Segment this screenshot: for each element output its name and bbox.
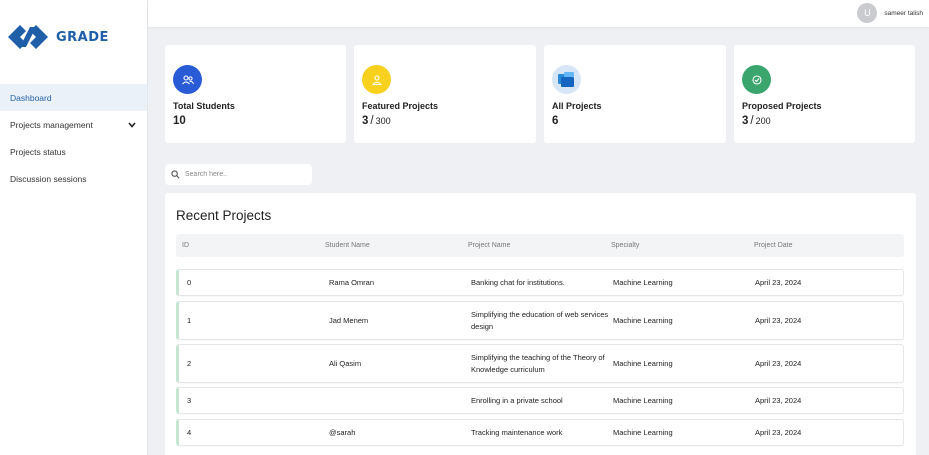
sidebar-item-label: Projects management — [10, 119, 93, 130]
column-header-project-name[interactable]: Project Name — [468, 242, 608, 249]
table-row[interactable]: 2 Ali Qasim Simplifying the teaching of … — [176, 344, 904, 383]
table-row[interactable]: 1 Jad Menem Simplifying the education of… — [176, 301, 904, 340]
sidebar-item-dashboard[interactable]: Dashboard — [0, 84, 147, 111]
card-all-projects[interactable]: All Projects 6 — [544, 45, 726, 143]
cell-student-name: Rama Omran — [329, 277, 375, 287]
cell-project-date: April 23, 2024 — [755, 358, 802, 368]
cell-id: 3 — [187, 395, 192, 405]
card-count: 6 — [552, 115, 559, 127]
card-total: 300 — [375, 116, 391, 126]
card-value: 3/300 — [362, 115, 391, 127]
card-value: 6 — [552, 115, 558, 127]
card-value: 3/200 — [742, 115, 771, 127]
cell-project-name: Simplifying the education of web service… — [471, 309, 609, 331]
cell-specialty: Machine Learning — [613, 315, 673, 325]
cell-project-name: Simplifying the teaching of the Theory o… — [471, 352, 605, 374]
logo-text: GRADE — [56, 29, 109, 45]
user-name: sameer talish — [884, 9, 923, 17]
cell-student-name: @sarah — [329, 427, 356, 437]
sidebar: GRADE Dashboard Projects management Proj… — [0, 0, 148, 455]
table-row[interactable]: 4 @sarah Tracking maintenance work Machi… — [176, 419, 904, 446]
card-title: All Projects — [552, 101, 602, 111]
panel-title: Recent Projects — [176, 208, 272, 223]
sidebar-item-projects-management[interactable]: Projects management — [0, 111, 147, 138]
column-header-project-date[interactable]: Project Date — [754, 242, 793, 249]
sidebar-item-discussion-sessions[interactable]: Discussion sessions — [0, 165, 147, 192]
cell-specialty: Machine Learning — [613, 395, 673, 405]
cell-id: 2 — [187, 358, 192, 368]
card-total-students[interactable]: Total Students 10 — [165, 45, 346, 143]
card-value: 10 — [173, 115, 186, 127]
sidebar-item-label: Projects status — [10, 146, 66, 157]
table-header: ID Student Name Project Name Specialty P… — [176, 234, 904, 257]
sidebar-item-label: Discussion sessions — [10, 173, 87, 184]
avatar[interactable]: U — [857, 3, 878, 23]
cell-id: 4 — [187, 427, 192, 437]
user-menu[interactable]: U sameer talish — [857, 3, 923, 23]
card-featured-projects[interactable]: Featured Projects 3/300 — [354, 45, 536, 143]
cell-id: 0 — [187, 277, 192, 287]
cell-specialty: Machine Learning — [613, 427, 673, 437]
cell-project-date: April 23, 2024 — [755, 395, 802, 405]
sidebar-item-label: Dashboard — [10, 92, 52, 103]
card-title: Featured Projects — [362, 101, 439, 111]
cell-project-date: April 23, 2024 — [755, 427, 802, 437]
sidebar-item-projects-status[interactable]: Projects status — [0, 138, 147, 165]
check-badge-icon — [742, 65, 771, 94]
cell-id: 1 — [187, 315, 192, 325]
cell-specialty: Machine Learning — [613, 358, 673, 368]
column-header-id[interactable]: ID — [182, 242, 189, 249]
card-count: 10 — [173, 115, 186, 127]
recent-projects-panel: Recent Projects ID Student Name Project … — [165, 193, 916, 455]
column-header-specialty[interactable]: Specialty — [611, 242, 639, 249]
search-icon — [171, 170, 180, 179]
cell-project-name: Banking chat for institutions. — [471, 277, 565, 287]
card-count: 3 — [362, 115, 369, 127]
cell-student-name: Jad Menem — [329, 315, 369, 325]
card-separator: / — [370, 115, 374, 127]
top-bar: U sameer talish — [148, 0, 929, 27]
card-title: Proposed Projects — [742, 101, 822, 111]
folders-icon — [552, 65, 581, 94]
search-box — [165, 164, 312, 185]
sidebar-nav: Dashboard Projects management Projects s… — [0, 84, 147, 192]
cell-specialty: Machine Learning — [613, 277, 673, 287]
search-input[interactable] — [185, 171, 300, 178]
user-icon — [362, 65, 391, 94]
card-separator: / — [750, 115, 754, 127]
cell-project-date: April 23, 2024 — [755, 277, 802, 287]
logo-mark-icon — [8, 25, 48, 49]
chevron-down-icon — [128, 121, 136, 128]
cell-project-name: Tracking maintenance work — [471, 427, 563, 437]
card-count: 3 — [742, 115, 749, 127]
cell-project-date: April 23, 2024 — [755, 315, 802, 325]
card-proposed-projects[interactable]: Proposed Projects 3/200 — [734, 45, 915, 143]
table-row[interactable]: 3 Enrolling in a private school Machine … — [176, 387, 904, 414]
column-header-student-name[interactable]: Student Name — [325, 242, 370, 249]
card-total: 200 — [755, 116, 771, 126]
users-icon — [173, 65, 202, 94]
cell-project-name: Enrolling in a private school — [471, 395, 563, 405]
table-row[interactable]: 0 Rama Omran Banking chat for institutio… — [176, 269, 904, 296]
cell-student-name: Ali Qasim — [329, 358, 362, 368]
logo[interactable]: GRADE — [6, 22, 109, 52]
card-title: Total Students — [173, 101, 235, 111]
